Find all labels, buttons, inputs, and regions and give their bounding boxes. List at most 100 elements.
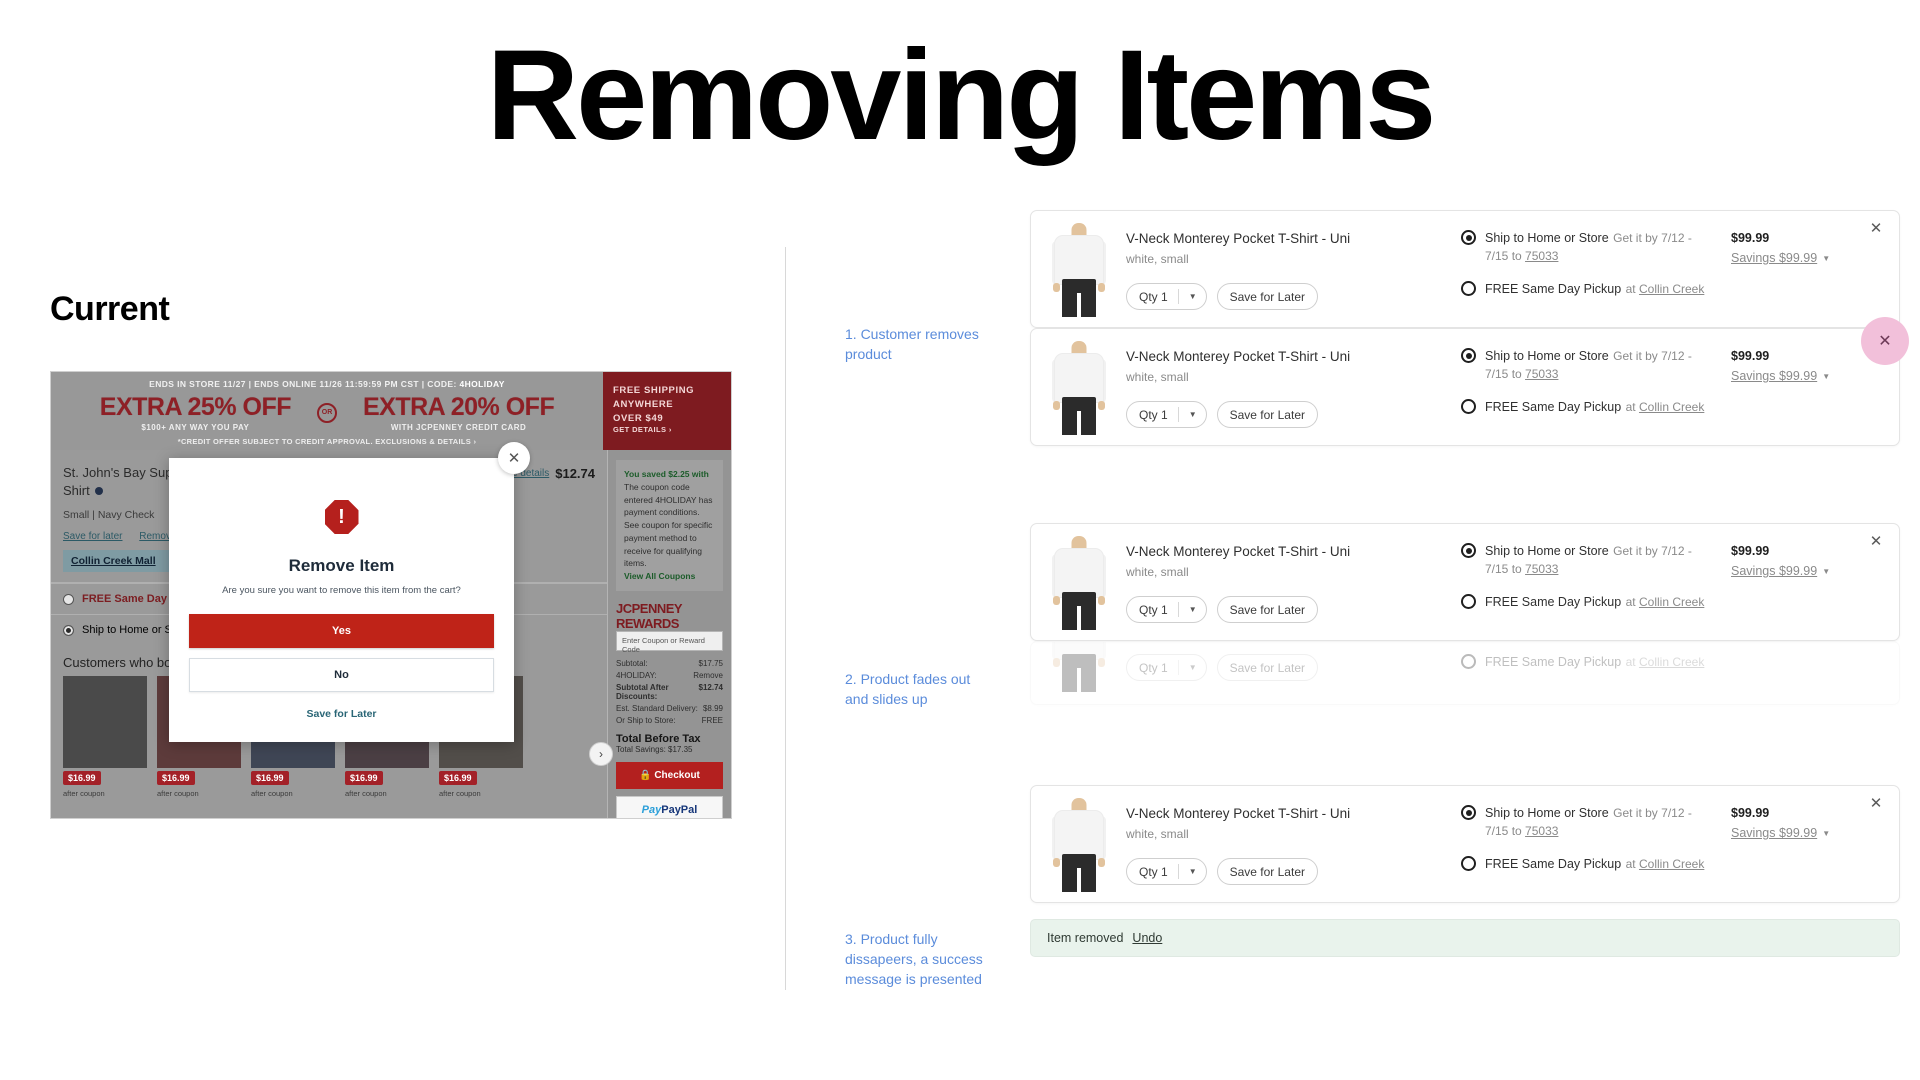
pickup-store-line: at Collin Creek <box>1626 595 1705 609</box>
confirm-yes-button[interactable]: Yes <box>189 614 494 648</box>
qty-select[interactable]: Qty 1 ▼ <box>1126 654 1207 682</box>
product-shirt <box>1054 353 1104 403</box>
close-icon[interactable]: ✕ <box>498 442 530 474</box>
pickup-option[interactable]: FREE Same Day Pickup at Collin Creek <box>1461 593 1711 611</box>
qty-select[interactable]: Qty 1 ▼ <box>1126 596 1207 624</box>
radio-icon[interactable] <box>1461 399 1476 414</box>
pickup-option[interactable]: FREE Same Day Pickup at Collin Creek <box>1461 855 1711 873</box>
chevron-down-icon: ▼ <box>1188 867 1197 877</box>
current-screenshot: ENDS IN STORE 11/27 | ENDS ONLINE 11/26 … <box>50 371 732 819</box>
radio-icon[interactable] <box>63 593 74 605</box>
divider <box>1177 660 1179 676</box>
save-for-later-button[interactable]: Save for Later <box>1216 596 1318 624</box>
product-info: V-Neck Monterey Pocket T-Shirt - Uni whi… <box>1126 642 1426 682</box>
coupon-note: The coupon code entered 4HOLIDAY has pay… <box>624 481 713 569</box>
ship-zip-link[interactable]: 75033 <box>1525 367 1558 381</box>
radio-icon[interactable] <box>1461 856 1476 871</box>
summary-row-value: $17.75 <box>698 658 723 668</box>
recommendation-price: $16.99 <box>63 771 101 786</box>
product-info: V-Neck Monterey Pocket T-Shirt - Uni whi… <box>1126 349 1426 429</box>
ship-zip-link[interactable]: 75033 <box>1525 249 1558 263</box>
recommendation-price: $16.99 <box>251 771 289 786</box>
pickup-option[interactable]: FREE Same Day Pickup at Collin Creek <box>1461 280 1711 298</box>
summary-row-value[interactable]: Remove <box>693 671 723 680</box>
pickup-store-link[interactable]: Collin Creek <box>1639 595 1704 609</box>
remove-item-modal: ✕ ! Remove Item Are you sure you want to… <box>169 442 530 742</box>
recommendation-card[interactable]: $16.99 after coupon <box>63 676 147 798</box>
summary-row-label: Subtotal After Discounts: <box>616 682 669 701</box>
product-savings[interactable]: Savings $99.99 ▼ <box>1731 251 1871 265</box>
fulfillment-options: Ship to Home or Store Get it by 7/12 - 7… <box>1461 229 1711 298</box>
product-savings[interactable]: Savings $99.99 ▼ <box>1731 564 1871 578</box>
pickup-option[interactable]: FREE Same Day Pickup at Collin Creek <box>1461 398 1711 416</box>
ship-option[interactable]: Ship to Home or Store Get it by 7/12 - 7… <box>1461 804 1711 840</box>
promo-ship-details-link[interactable]: GET DETAILS › <box>613 425 721 436</box>
radio-icon[interactable] <box>63 624 74 636</box>
pickup-option[interactable]: FREE Same Day Pickup at Collin Creek <box>1461 653 1711 671</box>
product-variant: white, small <box>1126 370 1189 385</box>
radio-icon[interactable] <box>1461 230 1476 245</box>
qty-select[interactable]: Qty 1 ▼ <box>1126 283 1207 311</box>
pickup-store-link[interactable]: Collin Creek <box>1639 282 1704 296</box>
radio-icon[interactable] <box>1461 543 1476 558</box>
promo-offer-2-text: EXTRA 20% OFF <box>363 393 555 421</box>
model-hand-left <box>1053 596 1060 605</box>
vertical-divider <box>785 247 786 990</box>
modal-save-for-later-link[interactable]: Save for Later <box>189 708 494 720</box>
modal-title: Remove Item <box>288 556 395 575</box>
pickup-at-text: at <box>1625 655 1636 669</box>
radio-icon[interactable] <box>1461 654 1476 669</box>
recommendation-caption: after coupon <box>63 789 105 799</box>
product-shirt <box>1054 548 1104 598</box>
radio-icon[interactable] <box>1461 281 1476 296</box>
undo-link[interactable]: Undo <box>1132 931 1162 945</box>
promo-eyebrow-text: ENDS IN STORE 11/27 | ENDS ONLINE 11/26 … <box>149 379 457 389</box>
promo-free-shipping[interactable]: FREE SHIPPING ANYWHERE OVER $49 GET DETA… <box>603 372 731 450</box>
ship-zip-link[interactable]: 75033 <box>1525 824 1558 838</box>
radio-icon[interactable] <box>1461 348 1476 363</box>
recommendation-price: $16.99 <box>439 771 477 786</box>
product-savings[interactable]: Savings $99.99 ▼ <box>1731 369 1871 383</box>
qty-select[interactable]: Qty 1 ▼ <box>1126 858 1207 886</box>
checkout-button[interactable]: 🔒 Checkout <box>616 761 723 789</box>
divider <box>1177 407 1179 423</box>
recommendation-caption: after coupon <box>157 789 199 799</box>
qty-select[interactable]: Qty 1 ▼ <box>1126 401 1207 429</box>
modal-subtitle: Are you sure you want to remove this ite… <box>222 585 461 596</box>
save-for-later-button[interactable]: Save for Later <box>1216 401 1318 429</box>
pickup-store-link[interactable]: Collin Creek <box>1639 400 1704 414</box>
coupon-input[interactable]: Enter Coupon or Reward Code <box>616 630 723 654</box>
radio-icon[interactable] <box>1461 805 1476 820</box>
confirm-no-button[interactable]: No <box>189 658 494 692</box>
save-for-later-link[interactable]: Save for later <box>63 531 122 542</box>
qty-label: Qty 1 <box>1139 407 1168 422</box>
model-pants <box>1062 279 1096 317</box>
save-for-later-button[interactable]: Save for Later <box>1216 654 1318 682</box>
recommendation-price: $16.99 <box>157 771 195 786</box>
coupon-savings-box: You saved $2.25 with The coupon code ent… <box>616 460 723 591</box>
product-savings[interactable]: Savings $99.99 ▼ <box>1731 826 1871 840</box>
close-icon[interactable]: ✕ <box>1878 331 1891 351</box>
pickup-store-link[interactable]: Collin Creek <box>1639 655 1704 669</box>
model-hand-right <box>1098 858 1105 867</box>
ship-option[interactable]: Ship to Home or Store Get it by 7/12 - 7… <box>1461 542 1711 578</box>
pickup-store-link[interactable]: Collin Creek <box>1639 857 1704 871</box>
view-all-coupons-link[interactable]: View All Coupons <box>624 570 715 583</box>
save-for-later-button[interactable]: Save for Later <box>1216 283 1318 311</box>
model-pants <box>1062 592 1096 630</box>
order-summary-column: You saved $2.25 with The coupon code ent… <box>607 450 731 818</box>
radio-icon[interactable] <box>1461 594 1476 609</box>
ship-option[interactable]: Ship to Home or Store Get it by 7/12 - 7… <box>1461 347 1711 383</box>
click-target-highlight[interactable]: ✕ <box>1861 317 1909 365</box>
current-section: Current ENDS IN STORE 11/27 | ENDS ONLIN… <box>50 290 780 819</box>
ship-zip-link[interactable]: 75033 <box>1525 562 1558 576</box>
save-for-later-button[interactable]: Save for Later <box>1216 858 1318 886</box>
ship-option[interactable]: Ship to Home or Store Get it by 7/12 - 7… <box>1461 229 1711 265</box>
paypal-button[interactable]: PayPayPal <box>616 795 723 818</box>
model-hand-right <box>1098 658 1105 667</box>
annotation-step-1: 1. Customer removes product <box>845 326 979 362</box>
promo-offer-1: EXTRA 25% OFF $100+ ANY WAY YOU PAY <box>100 393 292 432</box>
summary-row-value: $12.74 <box>698 682 723 692</box>
product-thumbnail <box>1051 642 1107 692</box>
recommendations-next-button[interactable]: › <box>589 742 613 766</box>
